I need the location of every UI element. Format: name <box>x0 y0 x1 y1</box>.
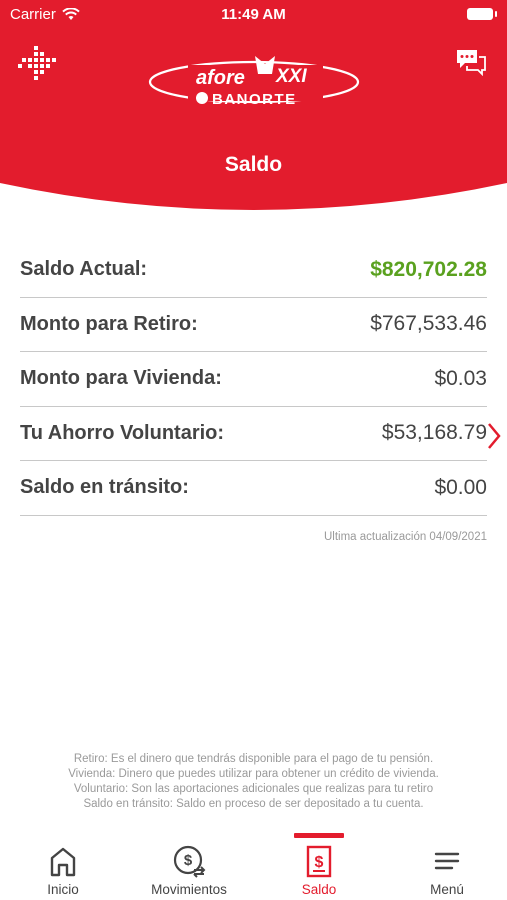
status-time: 11:49 AM <box>221 6 286 23</box>
tab-label: Saldo <box>301 882 337 897</box>
tab-menu[interactable]: Menú <box>384 836 507 900</box>
tab-inicio[interactable]: Inicio <box>0 836 126 900</box>
balance-list: Saldo Actual: $820,702.28 Monto para Ret… <box>20 243 501 516</box>
balance-row-current: Saldo Actual: $820,702.28 <box>20 243 487 298</box>
balance-label: Saldo Actual: <box>20 258 148 281</box>
tab-label: Inicio <box>47 882 79 897</box>
svg-text:XXI: XXI <box>275 66 307 87</box>
balance-value: $53,168.79 <box>381 421 487 445</box>
balance-row-voluntary[interactable]: Tu Ahorro Voluntario: $53,168.79 <box>20 407 501 461</box>
chat-icon[interactable] <box>455 48 487 76</box>
tab-label: Movimientos <box>151 882 227 897</box>
glossary: Retiro: Es el dinero que tendrás disponi… <box>0 752 507 812</box>
glossary-line: Saldo en tránsito: Saldo en proceso de s… <box>83 798 424 810</box>
battery-icon <box>467 8 497 20</box>
money-exchange-icon: $ <box>173 845 206 878</box>
glossary-line: Retiro: Es el dinero que tendrás disponi… <box>73 753 434 765</box>
grid-cross-icon[interactable] <box>18 46 58 80</box>
tab-movimientos[interactable]: $ Movimientos <box>126 836 252 900</box>
glossary-line: Voluntario: Son las aportaciones adicion… <box>73 783 434 795</box>
balance-value: $0.03 <box>434 366 487 390</box>
status-bar: Carrier 11:49 AM <box>0 0 507 30</box>
balance-label: Monto para Retiro: <box>20 312 198 335</box>
balance-value: $820,702.28 <box>370 257 487 281</box>
balance-row-transit: Saldo en tránsito: $0.00 <box>20 461 487 516</box>
balance-document-icon: $ <box>306 845 332 878</box>
glossary-line: Vivienda: Dinero que puedes utilizar par… <box>68 768 439 780</box>
chevron-right-icon[interactable] <box>487 422 501 450</box>
tab-saldo[interactable]: $ Saldo <box>256 836 382 900</box>
svg-text:$: $ <box>315 854 324 871</box>
tab-bar: Inicio $ Movimientos $ Saldo Menú <box>0 833 507 900</box>
header: afore XXI BANORTE Saldo <box>0 0 507 215</box>
page-title: Saldo <box>224 153 283 176</box>
last-update: Ultima actualización 04/09/2021 <box>323 531 487 543</box>
afore-banorte-logo: afore XXI BANORTE <box>148 56 360 108</box>
balance-value: $0.00 <box>434 475 487 499</box>
tab-label: Menú <box>430 882 464 897</box>
balance-value: $767,533.46 <box>370 312 487 336</box>
svg-text:BANORTE: BANORTE <box>212 91 297 108</box>
balance-row-retirement: Monto para Retiro: $767,533.46 <box>20 298 487 352</box>
hamburger-menu-icon <box>434 852 460 870</box>
svg-text:$: $ <box>184 852 193 869</box>
svg-text:afore: afore <box>196 67 245 89</box>
balance-label: Saldo en tránsito: <box>20 476 189 499</box>
home-icon <box>50 847 76 877</box>
balance-label: Tu Ahorro Voluntario: <box>20 421 225 444</box>
balance-row-housing: Monto para Vivienda: $0.03 <box>20 352 487 407</box>
balance-label: Monto para Vivienda: <box>20 367 222 390</box>
